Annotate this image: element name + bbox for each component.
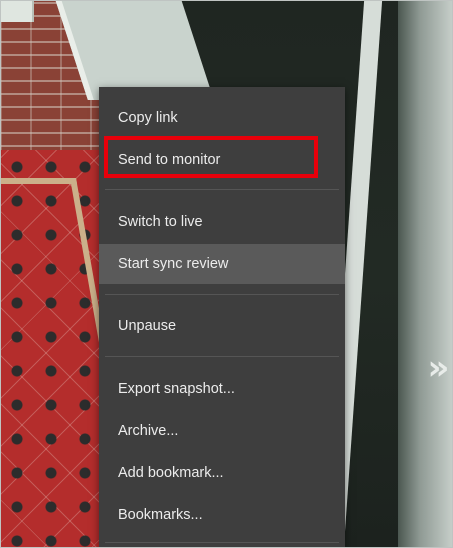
camera-feed-pillar xyxy=(398,0,453,548)
menu-divider xyxy=(105,356,339,357)
camera-viewport[interactable]: » Copy link Send to monitor Switch to li… xyxy=(0,0,453,548)
menu-divider xyxy=(105,294,339,295)
menu-item-switch-to-live[interactable]: Switch to live xyxy=(99,202,345,242)
menu-item-export-snapshot[interactable]: Export snapshot... xyxy=(99,369,345,409)
context-menu: Copy link Send to monitor Switch to live… xyxy=(99,87,345,548)
menu-item-start-sync-review[interactable]: Start sync review xyxy=(99,244,345,284)
menu-divider xyxy=(105,542,339,543)
menu-item-add-bookmark[interactable]: Add bookmark... xyxy=(99,453,345,493)
menu-item-archive[interactable]: Archive... xyxy=(99,411,345,451)
menu-item-unpause[interactable]: Unpause xyxy=(99,306,345,346)
camera-feed-window xyxy=(0,0,34,22)
double-chevron-right-icon[interactable]: » xyxy=(418,348,453,388)
menu-item-bookmarks[interactable]: Bookmarks... xyxy=(99,495,345,535)
menu-item-send-to-monitor[interactable]: Send to monitor xyxy=(99,140,345,180)
menu-item-copy-link[interactable]: Copy link xyxy=(99,98,345,138)
menu-divider xyxy=(105,189,339,190)
